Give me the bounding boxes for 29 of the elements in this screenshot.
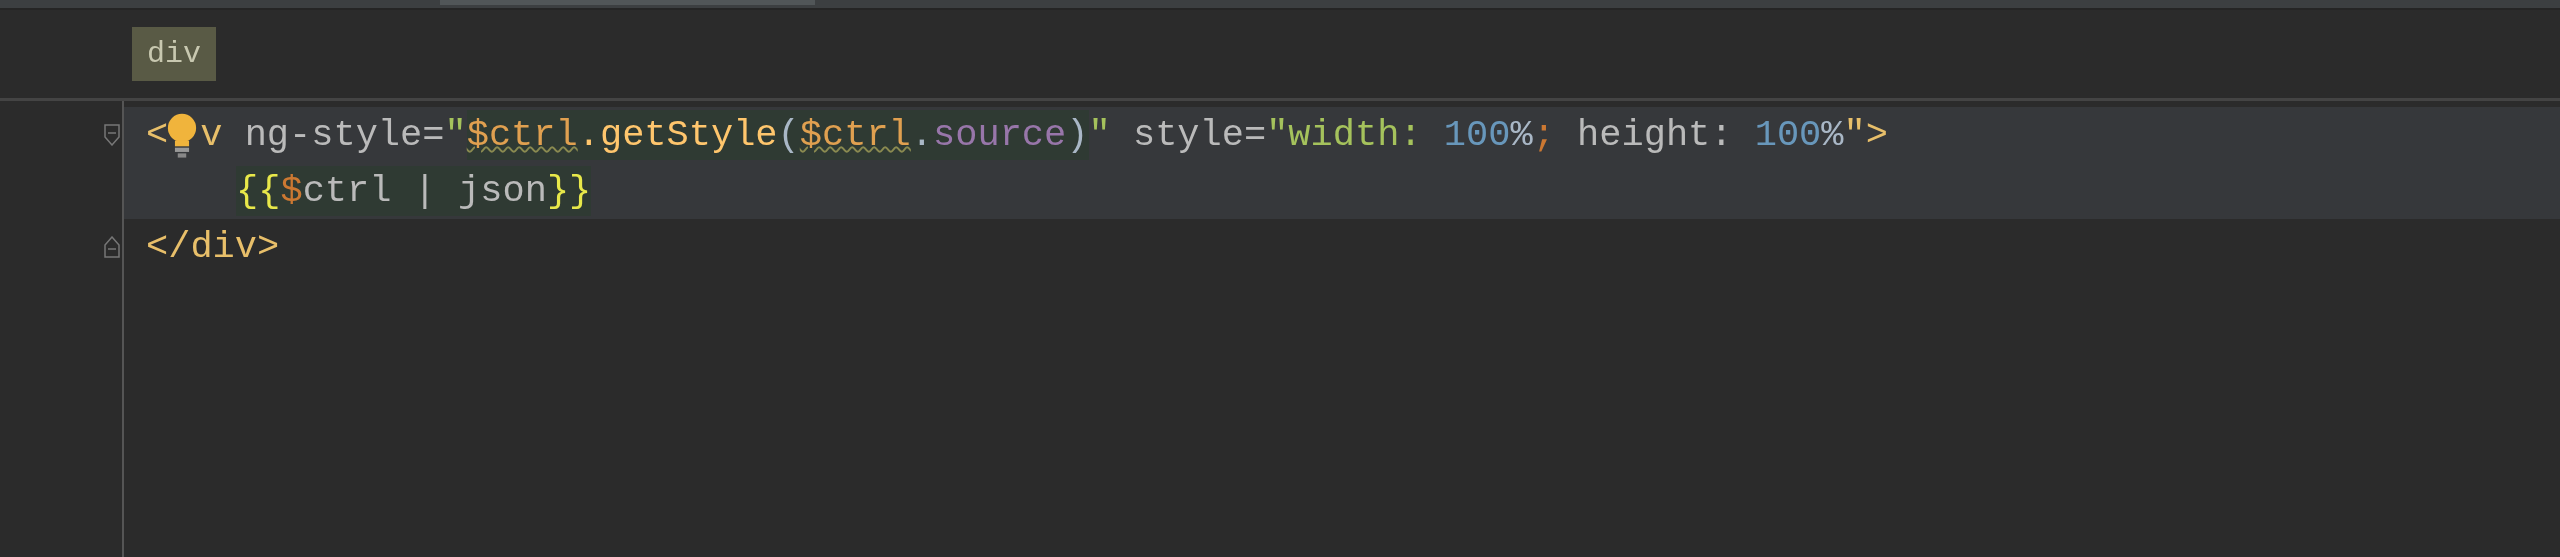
code-token: ctrl | json (302, 166, 547, 216)
code-token: 100 (1754, 114, 1822, 156)
code-token: < (146, 114, 169, 156)
code-token: ) (1066, 110, 1089, 160)
code-token: </div> (146, 226, 280, 268)
code-token: % (1821, 114, 1844, 156)
code-token: 100 (1443, 114, 1511, 156)
code-token: .getStyle (577, 110, 778, 160)
code-token: $ctrl (799, 110, 911, 160)
code-token: "width: (1266, 114, 1423, 156)
code-token: {{ (236, 166, 281, 216)
code-token: v (200, 114, 223, 156)
code-token: ( (777, 110, 800, 160)
code-token: . (910, 110, 934, 160)
code-token: style= (1131, 114, 1267, 156)
fold-icon[interactable] (104, 124, 120, 146)
code-token: height: (1577, 114, 1734, 156)
breadcrumb-item[interactable]: div (132, 27, 216, 81)
code-token: " (1088, 114, 1111, 156)
code-token: ; (1532, 114, 1556, 156)
code-token: $ctrl (466, 110, 578, 160)
code-token: % (1510, 114, 1533, 156)
code-token: ng-style= (243, 114, 445, 156)
fold-icon[interactable] (104, 236, 120, 258)
code-token: source (933, 110, 1067, 160)
code-token: "> (1843, 114, 1888, 156)
code-token: $ (280, 166, 303, 216)
code-token: " (444, 114, 467, 156)
code-token: }} (546, 166, 592, 216)
